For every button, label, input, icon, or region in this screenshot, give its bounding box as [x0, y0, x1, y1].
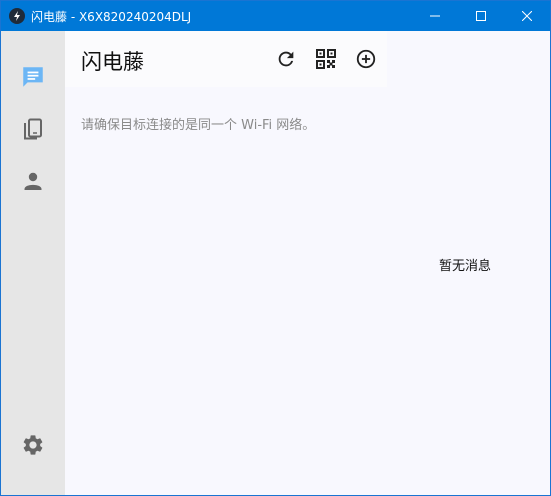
gear-icon [23, 435, 43, 455]
qr-code-icon [316, 49, 336, 69]
empty-state-text: 暂无消息 [439, 259, 492, 274]
app-window: 闪电藤 - X6X820240204DLJ 闪电藤 请确保目标连接的是同一个 W… [0, 0, 551, 496]
refresh-icon [278, 51, 294, 67]
minimize-button[interactable] [412, 1, 458, 31]
maximize-icon [476, 11, 486, 21]
close-button[interactable] [504, 1, 550, 31]
main-content: 闪电藤 请确保目标连接的是同一个 Wi-Fi 网络。 暂无消息 [65, 31, 550, 495]
window-title: 闪电藤 - X6X820240204DLJ [31, 9, 192, 24]
sidebar-item-contacts[interactable] [17, 165, 49, 197]
settings-button[interactable] [17, 429, 49, 461]
devices-icon [24, 118, 42, 140]
add-circle-icon [356, 49, 376, 69]
sidebar-item-messages[interactable] [17, 61, 49, 93]
chat-icon [23, 67, 43, 87]
refresh-button[interactable] [272, 45, 300, 73]
person-icon [24, 172, 42, 190]
wifi-hint-text: 请确保目标连接的是同一个 Wi-Fi 网络。 [81, 118, 316, 133]
page-title: 闪电藤 [81, 50, 144, 74]
title-bar[interactable]: 闪电藤 - X6X820240204DLJ [1, 1, 550, 31]
close-icon [522, 11, 532, 21]
add-button[interactable] [352, 45, 380, 73]
page-header: 闪电藤 [65, 31, 387, 87]
qr-code-button[interactable] [312, 45, 340, 73]
sidebar [1, 31, 65, 495]
maximize-button[interactable] [458, 1, 504, 31]
window-controls [412, 1, 550, 31]
sidebar-item-devices[interactable] [17, 113, 49, 145]
minimize-icon [430, 15, 440, 17]
app-logo-icon [9, 8, 25, 24]
